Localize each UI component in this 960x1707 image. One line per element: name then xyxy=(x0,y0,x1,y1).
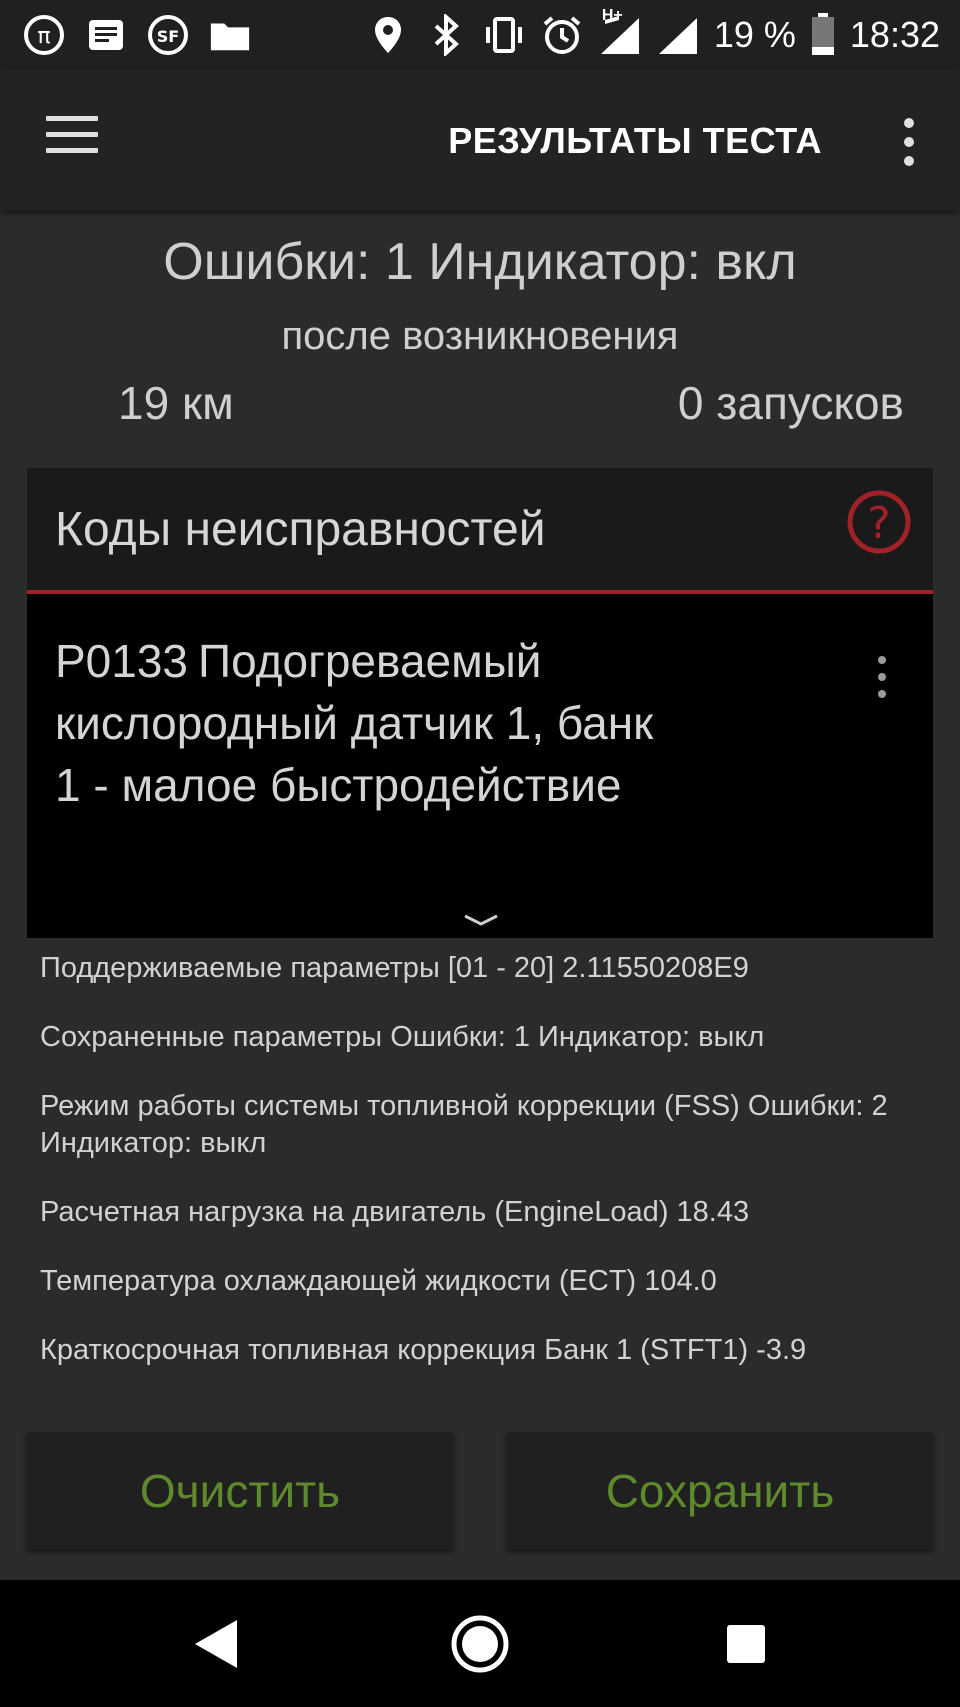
starts-value: 0 запусков xyxy=(677,377,904,429)
battery-percent: 19 % xyxy=(713,14,796,55)
param-short-term-fuel-trim: Краткосрочная топливная коррекция Банк 1… xyxy=(40,1334,807,1366)
clock: 18:32 xyxy=(849,14,940,55)
overflow-menu-icon[interactable] xyxy=(894,118,924,166)
sf-icon: SF xyxy=(146,13,190,57)
param-fuel-system-status: Режим работы системы топливной коррекции… xyxy=(40,1090,888,1159)
dtc-description: P0133 Подогреваемый кислородный датчик 1,… xyxy=(55,630,655,816)
status-bar-left: π SF xyxy=(22,10,252,60)
bluetooth-icon xyxy=(424,13,468,57)
param-engine-load: Расчетная нагрузка на двигатель (EngineL… xyxy=(40,1196,750,1228)
home-icon[interactable] xyxy=(450,1614,510,1674)
back-icon[interactable] xyxy=(186,1614,246,1674)
signal-icon: H+ xyxy=(598,7,642,57)
battery-icon xyxy=(810,13,836,57)
pi-icon: π xyxy=(22,13,66,57)
dtc-item[interactable]: P0133 Подогреваемый кислородный датчик 1,… xyxy=(27,594,933,938)
dtc-code: P0133 xyxy=(55,635,189,687)
param-coolant-temp: Температура охлаждающей жидкости (ECT) 1… xyxy=(40,1265,717,1297)
since-label: после возникновения xyxy=(281,314,679,358)
save-button[interactable]: Сохранить xyxy=(507,1432,933,1550)
errors-summary: Ошибки: 1 Индикатор: вкл xyxy=(163,233,797,291)
dtc-card-header: Коды неисправностей ? xyxy=(27,468,933,594)
alarm-icon xyxy=(540,13,584,57)
status-bar: π SF H+ 19 % 18:32 xyxy=(0,0,960,70)
signal-icon-2 xyxy=(656,13,700,57)
svg-text:π: π xyxy=(37,24,50,49)
app-bar: РЕЗУЛЬТАТЫ ТЕСТА xyxy=(0,70,960,210)
distance-value: 19 км xyxy=(118,377,234,429)
help-icon[interactable]: ? xyxy=(845,488,913,556)
parameters-list: Поддерживаемые параметры [01 - 20] 2.115… xyxy=(40,950,930,1401)
recent-apps-icon[interactable] xyxy=(716,1614,776,1674)
network-type: H+ xyxy=(601,7,623,24)
dtc-overflow-menu-icon[interactable] xyxy=(875,656,889,698)
svg-text:SF: SF xyxy=(157,27,179,46)
dtc-card-title: Коды неисправностей xyxy=(55,503,546,556)
navigation-bar xyxy=(0,1580,960,1707)
hamburger-menu-icon[interactable] xyxy=(46,116,98,164)
notes-icon xyxy=(84,13,128,57)
chevron-down-icon[interactable] xyxy=(463,912,499,928)
param-supported-pids: Поддерживаемые параметры [01 - 20] 2.115… xyxy=(40,952,749,984)
status-bar-right: H+ 19 % 18:32 xyxy=(366,7,940,60)
param-freeze-frame: Сохраненные параметры Ошибки: 1 Индикато… xyxy=(40,1021,765,1053)
clear-button[interactable]: Очистить xyxy=(27,1432,453,1550)
vibrate-icon xyxy=(482,13,526,57)
page-title: РЕЗУЛЬТАТЫ ТЕСТА xyxy=(448,120,822,161)
folder-icon xyxy=(208,13,252,57)
location-icon xyxy=(366,13,410,57)
svg-text:?: ? xyxy=(867,498,890,549)
